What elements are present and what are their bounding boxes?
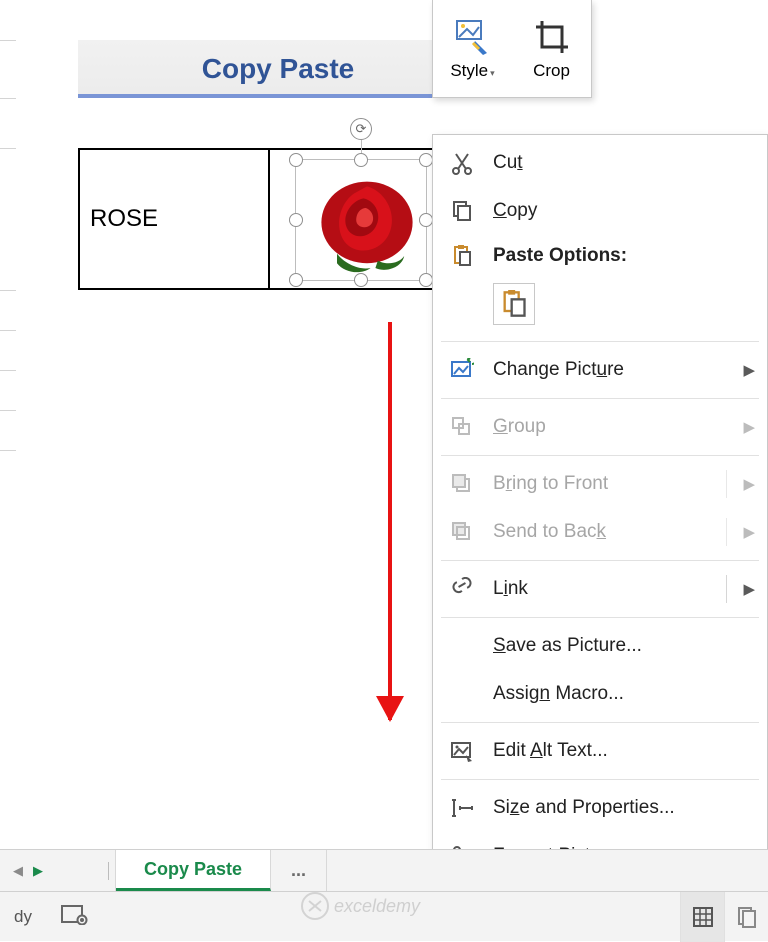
macro-record-button[interactable]: [46, 903, 102, 930]
nav-next-icon: ▶: [33, 863, 43, 879]
menu-change-picture[interactable]: Change Picture ▶: [433, 346, 767, 394]
annotation-arrow: [388, 322, 392, 720]
cut-icon: [447, 150, 477, 176]
tab-split-handle[interactable]: [56, 850, 116, 891]
menu-paste-options-header: Paste Options:: [433, 235, 767, 277]
link-icon: [447, 576, 477, 602]
menu-label: Cut: [493, 152, 755, 174]
resize-handle[interactable]: [289, 273, 303, 287]
menu-label: Send to Back: [493, 521, 737, 543]
crop-button[interactable]: Crop: [512, 0, 591, 97]
dropdown-caret-icon: ▾: [490, 68, 495, 78]
watermark: exceldemy: [300, 891, 420, 921]
menu-label: Edit Alt Text...: [493, 740, 755, 762]
resize-handle[interactable]: [289, 153, 303, 167]
menu-label: Copy: [493, 200, 755, 222]
menu-label: Link: [493, 578, 737, 600]
menu-label: Paste Options:: [493, 245, 755, 267]
menu-label: Bring to Front: [493, 473, 737, 495]
resize-handle[interactable]: [419, 153, 433, 167]
nav-prev-icon: ◀: [13, 863, 23, 879]
size-icon: [447, 795, 477, 821]
resize-handle[interactable]: [419, 273, 433, 287]
submenu-arrow-icon: ▶: [737, 475, 755, 493]
change-picture-icon: [447, 357, 477, 383]
view-page-layout-button[interactable]: [724, 892, 768, 942]
style-button[interactable]: Style▾: [433, 0, 512, 97]
sheet-tab-bar: ◀ ▶ Copy Paste ...: [0, 849, 768, 891]
page-title: Copy Paste: [78, 40, 478, 98]
rose-image: [296, 160, 426, 280]
sheet-tab-overflow[interactable]: ...: [271, 850, 327, 891]
paste-option-button[interactable]: [493, 283, 535, 325]
style-label: Style: [450, 61, 488, 80]
menu-link[interactable]: Link ▶: [433, 565, 767, 613]
grid-view-icon: [692, 906, 714, 928]
menu-label: Group: [493, 416, 737, 438]
menu-copy[interactable]: Copy: [433, 187, 767, 235]
menu-label: Size and Properties...: [493, 797, 755, 819]
cell-image[interactable]: ⟳: [270, 150, 436, 288]
menu-send-to-back: Send to Back ▶: [433, 508, 767, 556]
menu-assign-macro[interactable]: Assign Macro...: [433, 670, 767, 718]
group-icon: [447, 414, 477, 440]
tab-nav[interactable]: ◀ ▶: [0, 850, 56, 891]
paste-options-row: [433, 277, 767, 337]
menu-label: Save as Picture...: [493, 635, 755, 657]
mini-toolbar: Style▾ Crop: [432, 0, 592, 98]
menu-label: Change Picture: [493, 359, 737, 381]
data-table: ROSE ⟳: [78, 148, 438, 290]
menu-edit-alt-text[interactable]: Edit Alt Text...: [433, 727, 767, 775]
menu-bring-to-front: Bring to Front ▶: [433, 460, 767, 508]
selected-picture[interactable]: ⟳: [296, 160, 426, 280]
sheet-tab-active[interactable]: Copy Paste: [116, 850, 271, 891]
sheet-tab-label: Copy Paste: [144, 859, 242, 880]
resize-handle[interactable]: [289, 213, 303, 227]
context-menu: Cut Copy Paste Options: Change Picture ▶…: [432, 134, 768, 885]
page-layout-icon: [736, 906, 758, 928]
resize-handle[interactable]: [354, 273, 368, 287]
crop-icon: [532, 17, 572, 57]
menu-size-properties[interactable]: Size and Properties...: [433, 784, 767, 832]
menu-save-as-picture[interactable]: Save as Picture...: [433, 622, 767, 670]
bring-front-icon: [447, 471, 477, 497]
picture-style-icon: [453, 17, 493, 57]
menu-cut[interactable]: Cut: [433, 139, 767, 187]
copy-icon: [447, 198, 477, 224]
submenu-arrow-icon: ▶: [737, 361, 755, 379]
clipboard-icon: [447, 243, 477, 269]
status-ready: dy: [0, 907, 46, 927]
menu-group: Group ▶: [433, 403, 767, 451]
cell-label[interactable]: ROSE: [80, 150, 270, 288]
crop-label: Crop: [533, 61, 570, 81]
resize-handle[interactable]: [354, 153, 368, 167]
send-back-icon: [447, 519, 477, 545]
submenu-arrow-icon: ▶: [737, 523, 755, 541]
submenu-arrow-icon: ▶: [737, 418, 755, 436]
submenu-arrow-icon: ▶: [737, 580, 755, 598]
menu-label: Assign Macro...: [493, 683, 755, 705]
paste-icon: [500, 290, 528, 318]
alt-text-icon: [447, 738, 477, 764]
resize-handle[interactable]: [419, 213, 433, 227]
view-normal-button[interactable]: [680, 892, 724, 942]
rotate-handle[interactable]: ⟳: [350, 118, 372, 140]
